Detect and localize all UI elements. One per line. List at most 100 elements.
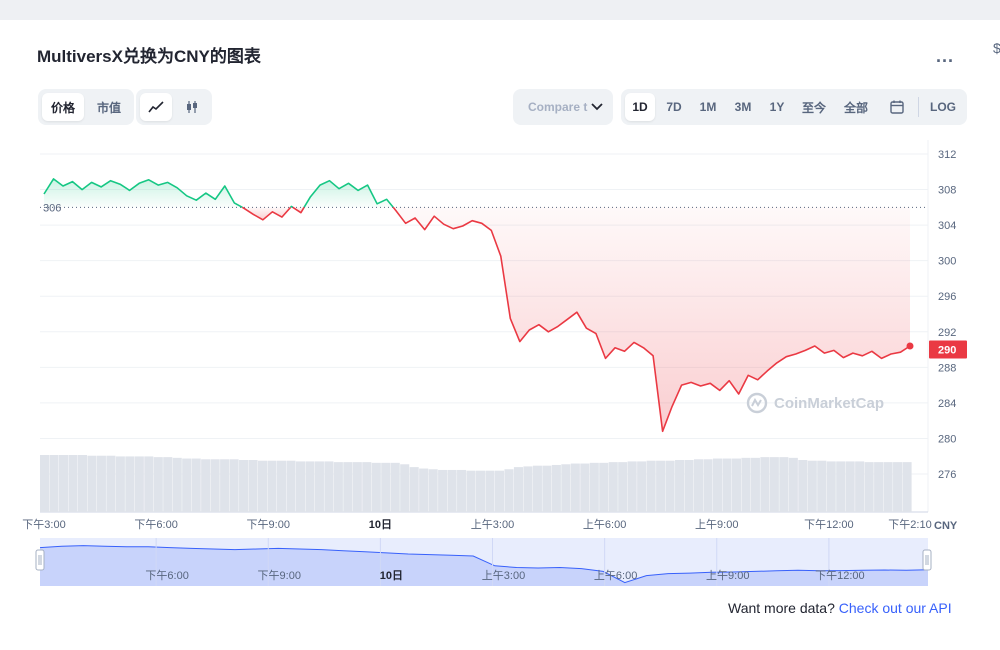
volume-bar [343, 462, 353, 512]
volume-bar [722, 458, 732, 512]
volume-bar [314, 461, 324, 512]
area-below-reference [242, 207, 291, 220]
volume-bar [731, 458, 741, 512]
volume-bar [258, 460, 268, 512]
volume-bar [153, 457, 163, 512]
volume-bar [229, 459, 239, 512]
volume-bar [817, 460, 827, 512]
volume-bar [276, 460, 287, 512]
volume-bar [381, 462, 391, 512]
volume-bar [466, 470, 476, 512]
volume-bar [788, 457, 798, 512]
volume-bar [295, 461, 305, 512]
volume-bar [438, 469, 448, 512]
volume-bar [68, 455, 78, 512]
volume-bar [485, 470, 495, 512]
x-tick-label: 下午9:00 [247, 518, 290, 531]
y-tick-label: 276 [938, 469, 956, 481]
volume-bar [760, 457, 770, 512]
volume-bar [627, 461, 637, 512]
footer-prompt: Want more data? [728, 600, 835, 616]
volume-bar [779, 457, 789, 512]
volume-bar [741, 457, 751, 512]
volume-bar [201, 459, 211, 512]
footer: Want more data? Check out our API [728, 600, 952, 616]
volume-bar [58, 455, 69, 512]
volume-bar [836, 461, 846, 512]
volume-bar [561, 464, 571, 512]
volume-bar [684, 459, 694, 512]
navigator-handle-right[interactable] [922, 549, 932, 571]
volume-bar [476, 470, 486, 512]
api-link[interactable]: Check out our API [839, 600, 952, 616]
navigator-tick-label: 下午9:00 [258, 569, 301, 582]
x-tick-label: 上午6:00 [583, 518, 626, 531]
y-tick-label: 284 [938, 398, 956, 410]
volume-bar [580, 463, 590, 512]
volume-bar [570, 463, 580, 512]
volume-bar [96, 455, 106, 512]
navigator-tick-label: 10日 [380, 569, 403, 582]
volume-bar [826, 461, 836, 512]
watermark: CoinMarketCap [746, 392, 884, 414]
x-tick-label: 10日 [369, 518, 392, 531]
volume-bar [324, 461, 334, 512]
volume-bar [400, 464, 410, 512]
price-chart[interactable]: 306 312 308 304 300 296 292 288 284 280 276 290 下午… [0, 0, 1000, 650]
volume-bar [504, 469, 514, 512]
volume-bar [362, 462, 372, 512]
volume-bar [77, 455, 87, 512]
volume-bar [608, 462, 618, 512]
volume-bar [656, 460, 666, 512]
volume-bar [646, 460, 656, 512]
volume-bar [428, 469, 438, 512]
volume-bar [703, 459, 713, 512]
volume-bar [267, 460, 277, 512]
volume-bar [750, 457, 760, 512]
volume-bar [637, 461, 647, 512]
volume-bar [49, 455, 59, 512]
navigator-handle-left[interactable] [35, 549, 45, 571]
volume-bar [182, 458, 192, 512]
volume-bar [447, 469, 457, 512]
volume-bar [769, 457, 779, 512]
y-tick-label: 312 [938, 149, 956, 161]
volume-bar [542, 465, 552, 512]
volume-bar [106, 455, 116, 512]
volume-bar [551, 464, 561, 512]
volume-bar [248, 459, 258, 512]
coinmarketcap-logo-icon [746, 392, 768, 414]
volume-bar [419, 468, 429, 512]
volume-bar [371, 462, 381, 512]
y-tick-label: 296 [938, 291, 956, 303]
y-tick-label: 292 [938, 327, 956, 339]
volume-bar [457, 469, 467, 512]
y-tick-label: 280 [938, 433, 956, 445]
volume-bar [163, 457, 173, 512]
volume-bar [893, 462, 903, 512]
navigator-tick-label: 上午9:00 [706, 569, 749, 582]
volume-bar [513, 467, 523, 512]
last-price-dot [906, 342, 914, 350]
y-tick-label: 300 [938, 256, 956, 268]
y-tick-label: 308 [938, 185, 956, 197]
volume-bar [864, 462, 874, 512]
volume-bar [125, 456, 135, 512]
volume-bar [874, 462, 884, 512]
volume-bar [532, 465, 542, 512]
x-tick-label: 上午9:00 [695, 518, 738, 531]
volume-bar [618, 462, 628, 512]
volume-bar [494, 470, 505, 512]
navigator-tick-label: 下午12:00 [815, 569, 865, 582]
x-tick-label: 下午2:10 [888, 518, 931, 531]
x-tick-label: 下午6:00 [134, 518, 177, 531]
volume-bar [286, 460, 296, 512]
y-tick-label: 288 [938, 362, 956, 374]
volume-bar [883, 462, 893, 512]
navigator-tick-label: 上午3:00 [482, 569, 525, 582]
volume-bar [409, 467, 419, 512]
volume-bar [87, 455, 97, 512]
volume-bar [599, 462, 609, 512]
volume-bar [305, 461, 315, 512]
volume-bar [333, 462, 343, 512]
